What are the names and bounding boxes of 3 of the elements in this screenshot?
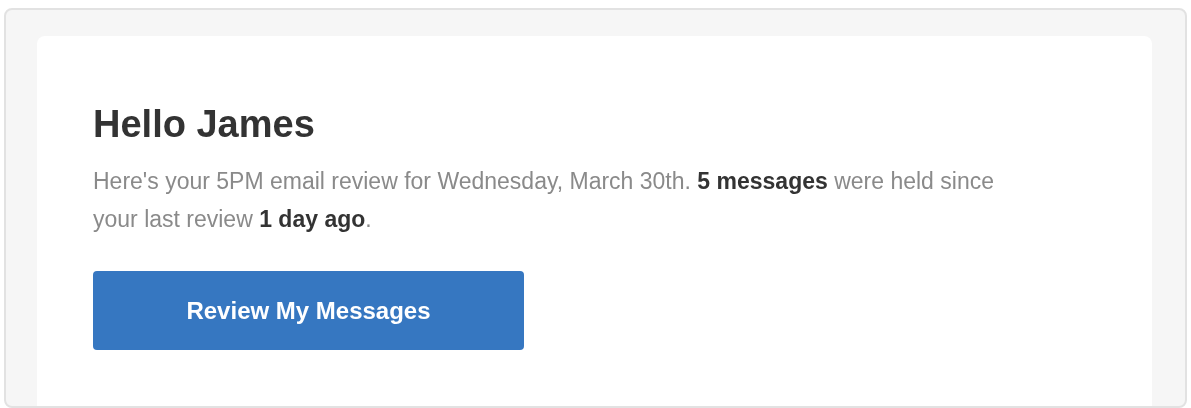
greeting-heading: Hello James — [93, 102, 316, 147]
review-summary: Here's your 5PM email review for Wednesday, March 30th. 5 messages were held since your last review 1 day ago. — [93, 167, 995, 234]
review-messages-button[interactable]: Review My Messages — [93, 271, 524, 350]
